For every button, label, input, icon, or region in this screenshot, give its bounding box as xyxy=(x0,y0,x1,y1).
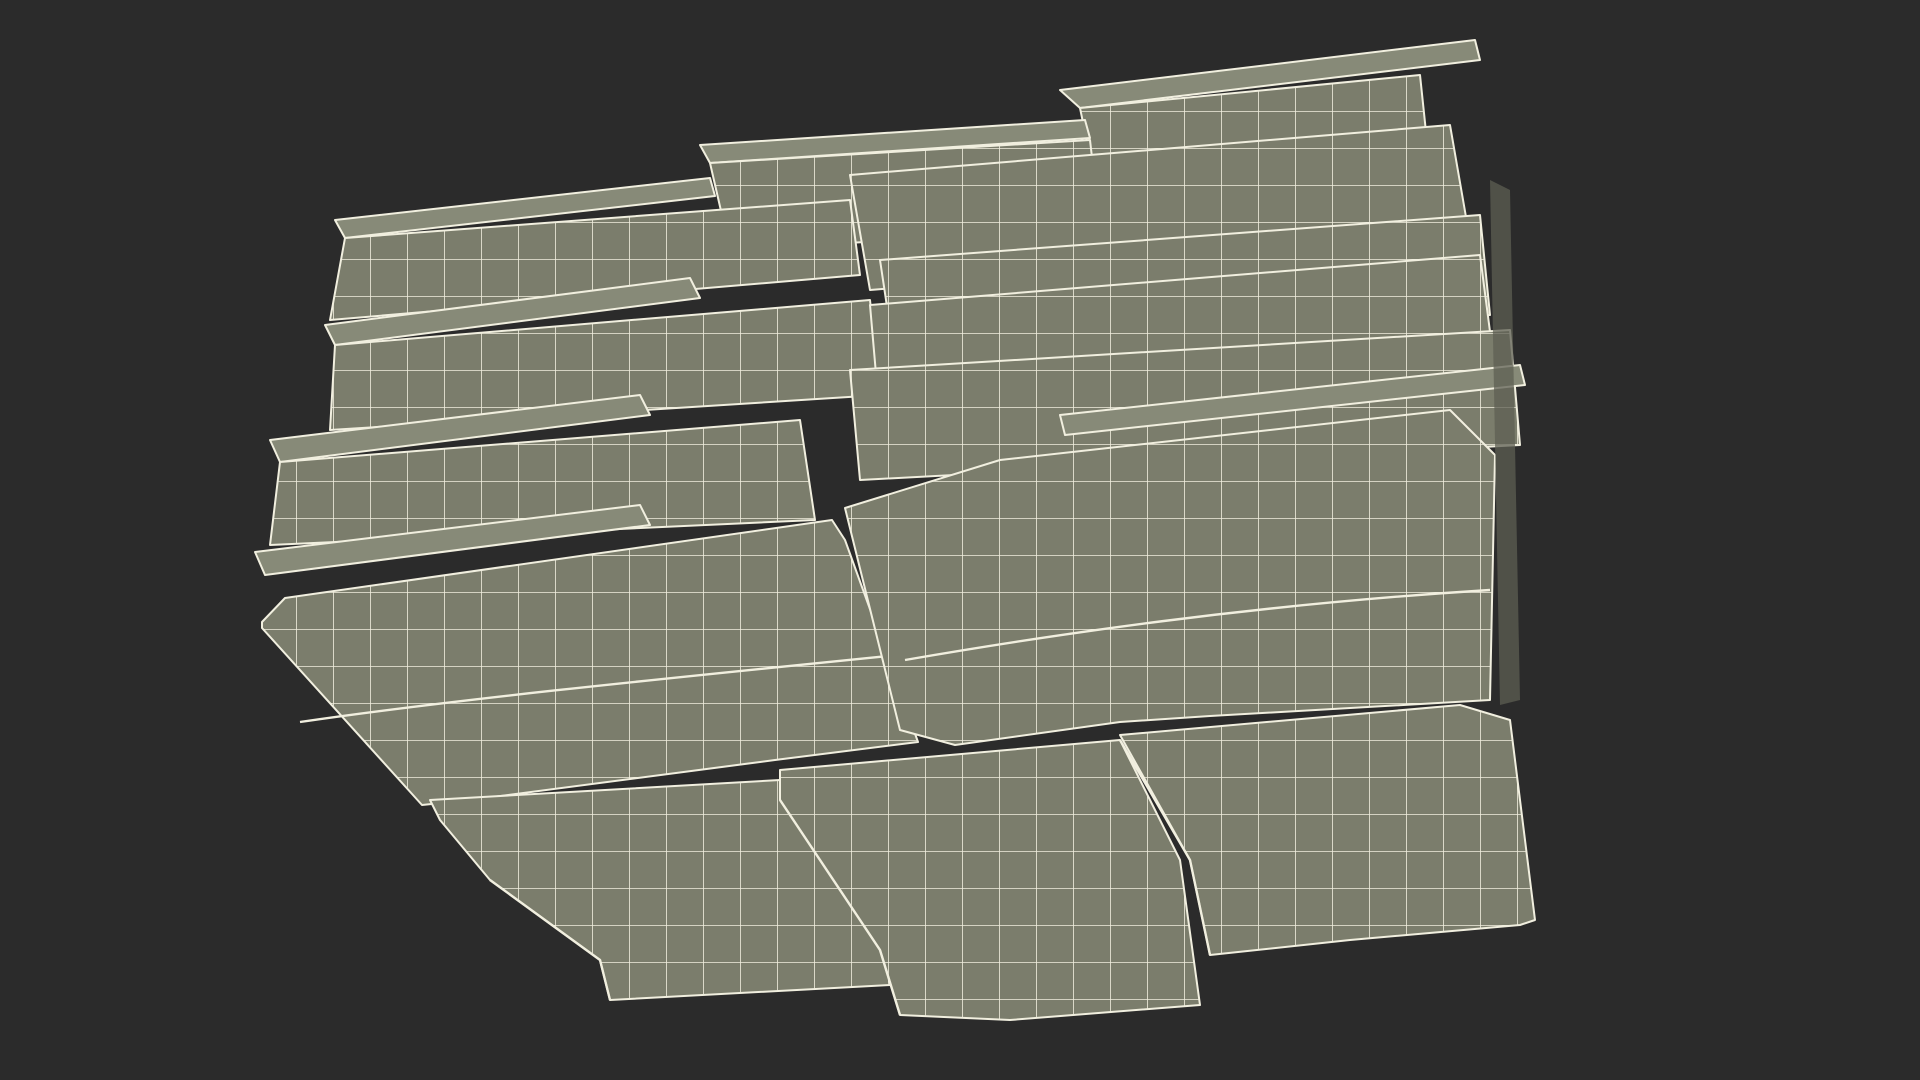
render-viewport xyxy=(0,0,1920,1080)
wireframe-scene xyxy=(254,39,1536,1021)
wireframe-mesh-stack xyxy=(254,39,1536,1021)
